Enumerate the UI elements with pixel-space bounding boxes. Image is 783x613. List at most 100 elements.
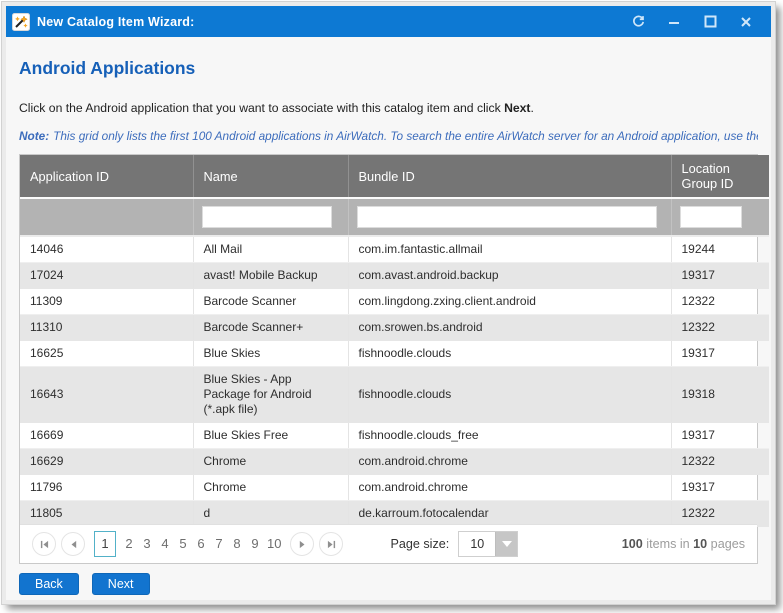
cell-name[interactable]: Chrome	[193, 449, 348, 475]
pages-count: 10	[693, 537, 707, 551]
page-number[interactable]: 4	[156, 532, 174, 556]
table-row[interactable]: 11309 Barcode Scanner com.lingdong.zxing…	[20, 289, 769, 315]
location-group-id-filter-input[interactable]	[680, 206, 742, 228]
items-count: 100	[622, 537, 643, 551]
filter-cell-location-group-id	[671, 198, 769, 236]
column-header-location-group-id[interactable]: Location Group ID	[671, 155, 769, 198]
cell-application-id[interactable]: 16643	[20, 367, 193, 423]
instruction-next-emphasis: Next	[504, 101, 530, 115]
cell-application-id[interactable]: 16669	[20, 423, 193, 449]
cell-bundle-id[interactable]: com.im.fantastic.allmail	[348, 236, 671, 263]
column-header-application-id[interactable]: Application ID	[20, 155, 193, 198]
filter-cell-bundle-id	[348, 198, 671, 236]
cell-location-group-id[interactable]: 12322	[671, 289, 769, 315]
minimize-icon[interactable]	[659, 10, 689, 34]
page-size-label: Page size:	[390, 537, 449, 551]
page-number[interactable]: 6	[192, 532, 210, 556]
note-text: Note:This grid only lists the first 100 …	[19, 129, 758, 143]
cell-location-group-id[interactable]: 12322	[671, 449, 769, 475]
table-row[interactable]: 16643 Blue Skies - App Package for Andro…	[20, 367, 769, 423]
page-number[interactable]: 3	[138, 532, 156, 556]
wizard-app-icon	[12, 13, 30, 31]
cell-bundle-id[interactable]: com.avast.android.backup	[348, 263, 671, 289]
cell-bundle-id[interactable]: fishnoodle.clouds_free	[348, 423, 671, 449]
pager-bar: 1 2 3 4 5 6 7 8 9 10 Pa	[20, 524, 757, 563]
table-row[interactable]: 11805 d de.karroum.fotocalendar 12322	[20, 501, 769, 527]
cell-location-group-id[interactable]: 19317	[671, 423, 769, 449]
cell-location-group-id[interactable]: 19317	[671, 341, 769, 367]
note-body: This grid only lists the first 100 Andro…	[53, 129, 758, 143]
cell-application-id[interactable]: 16625	[20, 341, 193, 367]
first-page-icon[interactable]	[32, 532, 56, 556]
refresh-icon[interactable]	[623, 10, 653, 34]
page-number-current[interactable]: 1	[94, 531, 116, 557]
grid-filter-row	[20, 198, 769, 236]
cell-location-group-id[interactable]: 19318	[671, 367, 769, 423]
cell-name[interactable]: Barcode Scanner	[193, 289, 348, 315]
table-row[interactable]: 16669 Blue Skies Free fishnoodle.clouds_…	[20, 423, 769, 449]
next-page-icon[interactable]	[290, 532, 314, 556]
close-icon[interactable]	[731, 10, 761, 34]
cell-bundle-id[interactable]: com.android.chrome	[348, 449, 671, 475]
name-filter-input[interactable]	[202, 206, 332, 228]
cell-application-id[interactable]: 16629	[20, 449, 193, 475]
page-number[interactable]: 5	[174, 532, 192, 556]
instruction-text: Click on the Android application that yo…	[19, 101, 758, 115]
filter-cell-name	[193, 198, 348, 236]
cell-application-id[interactable]: 11310	[20, 315, 193, 341]
table-row[interactable]: 11796 Chrome com.android.chrome 19317	[20, 475, 769, 501]
cell-bundle-id[interactable]: com.lingdong.zxing.client.android	[348, 289, 671, 315]
wizard-content: Android Applications Click on the Androi…	[6, 37, 771, 600]
cell-location-group-id[interactable]: 19317	[671, 263, 769, 289]
page-number[interactable]: 7	[210, 532, 228, 556]
cell-location-group-id[interactable]: 19244	[671, 236, 769, 263]
cell-bundle-id[interactable]: de.karroum.fotocalendar	[348, 501, 671, 527]
cell-location-group-id[interactable]: 19317	[671, 475, 769, 501]
cell-application-id[interactable]: 11309	[20, 289, 193, 315]
page-number[interactable]: 9	[246, 532, 264, 556]
cell-name[interactable]: All Mail	[193, 236, 348, 263]
filter-cell-application-id	[20, 198, 193, 236]
cell-bundle-id[interactable]: fishnoodle.clouds	[348, 367, 671, 423]
back-button[interactable]: Back	[19, 573, 79, 595]
cell-name[interactable]: d	[193, 501, 348, 527]
cell-application-id[interactable]: 11805	[20, 501, 193, 527]
cell-location-group-id[interactable]: 12322	[671, 501, 769, 527]
table-row[interactable]: 14046 All Mail com.im.fantastic.allmail …	[20, 236, 769, 263]
cell-bundle-id[interactable]: com.srowen.bs.android	[348, 315, 671, 341]
summary-end-text: pages	[707, 537, 745, 551]
table-row[interactable]: 11310 Barcode Scanner+ com.srowen.bs.and…	[20, 315, 769, 341]
maximize-icon[interactable]	[695, 10, 725, 34]
cell-name[interactable]: Blue Skies - App Package for Android (*.…	[193, 367, 348, 423]
cell-name[interactable]: Blue Skies Free	[193, 423, 348, 449]
page-size-value: 10	[459, 532, 495, 556]
table-row[interactable]: 16629 Chrome com.android.chrome 12322	[20, 449, 769, 475]
cell-application-id[interactable]: 17024	[20, 263, 193, 289]
column-header-name[interactable]: Name	[193, 155, 348, 198]
cell-location-group-id[interactable]: 12322	[671, 315, 769, 341]
instruction-after: .	[530, 101, 533, 115]
cell-bundle-id[interactable]: com.android.chrome	[348, 475, 671, 501]
prev-page-icon[interactable]	[61, 532, 85, 556]
page-size-dropdown[interactable]: 10	[458, 531, 518, 557]
last-page-icon[interactable]	[319, 532, 343, 556]
cell-application-id[interactable]: 11796	[20, 475, 193, 501]
table-row[interactable]: 17024 avast! Mobile Backup com.avast.and…	[20, 263, 769, 289]
cell-name[interactable]: Chrome	[193, 475, 348, 501]
cell-name[interactable]: Barcode Scanner+	[193, 315, 348, 341]
cell-name[interactable]: Blue Skies	[193, 341, 348, 367]
table-row[interactable]: 16625 Blue Skies fishnoodle.clouds 19317	[20, 341, 769, 367]
cell-name[interactable]: avast! Mobile Backup	[193, 263, 348, 289]
bundle-id-filter-input[interactable]	[357, 206, 657, 228]
page-number[interactable]: 10	[264, 532, 284, 556]
page-title: Android Applications	[19, 58, 758, 79]
column-header-bundle-id[interactable]: Bundle ID	[348, 155, 671, 198]
window-title: New Catalog Item Wizard:	[37, 15, 195, 29]
dropdown-arrow-icon[interactable]	[495, 532, 517, 556]
page-number[interactable]: 8	[228, 532, 246, 556]
cell-application-id[interactable]: 14046	[20, 236, 193, 263]
page-number[interactable]: 2	[120, 532, 138, 556]
page-size-group: Page size: 10	[390, 531, 518, 557]
next-button[interactable]: Next	[92, 573, 150, 595]
cell-bundle-id[interactable]: fishnoodle.clouds	[348, 341, 671, 367]
